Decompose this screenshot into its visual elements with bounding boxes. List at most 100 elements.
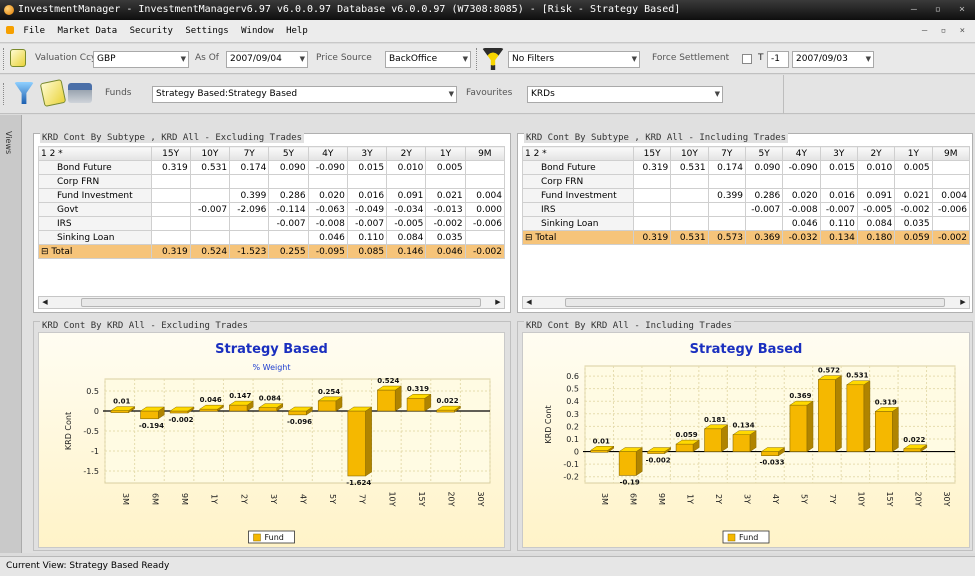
table-cell[interactable]: -0.063 (307, 202, 348, 217)
table-row[interactable]: Sinking Loan 0.046 0.110 0.084 0.035 (38, 230, 506, 245)
table-cell[interactable] (744, 216, 784, 231)
table-cell[interactable] (931, 216, 971, 231)
total-cell[interactable]: -0.095 (307, 244, 348, 259)
window-controls[interactable]: – ▫ × (911, 0, 971, 20)
table-cell[interactable] (229, 230, 270, 245)
column-header[interactable]: 7Y (707, 146, 746, 161)
table-cell[interactable] (229, 174, 270, 189)
table-cell[interactable]: 0.174 (229, 160, 270, 175)
collapse-icon[interactable]: ⊟ (41, 247, 51, 257)
table-cell[interactable]: 0.010 (386, 160, 427, 175)
table-cell[interactable]: -0.002 (425, 216, 466, 231)
collapse-icon[interactable]: ⊟ (525, 233, 535, 243)
table-cell[interactable]: 0.091 (386, 188, 427, 203)
funds-select[interactable]: Strategy Based:Strategy Based ▼ (152, 86, 457, 103)
notepad-icon[interactable] (39, 78, 67, 108)
table-cell[interactable] (707, 174, 746, 189)
total-cell[interactable]: -0.002 (464, 244, 506, 259)
column-header[interactable]: 4Y (782, 146, 821, 161)
column-header[interactable]: 1Y (425, 146, 466, 161)
table-cell[interactable]: 0.084 (386, 230, 427, 245)
table-row[interactable]: Govt -0.007 -2.096 -0.114 -0.063 -0.049 -0.034… (38, 202, 506, 217)
table-cell[interactable]: 0.319 (150, 160, 191, 175)
table-cell[interactable] (894, 174, 933, 189)
table-cell[interactable]: -0.007 (268, 216, 309, 231)
table-cell[interactable]: -0.034 (386, 202, 427, 217)
table-cell[interactable]: 0.091 (856, 188, 896, 203)
table-cell[interactable] (632, 216, 672, 231)
toolbar-grip[interactable] (3, 83, 6, 105)
table-cell[interactable]: -2.096 (229, 202, 270, 217)
table-cell[interactable] (268, 230, 309, 245)
table-cell[interactable]: -0.008 (307, 216, 348, 231)
total-row[interactable]: ⊟ Total 0.319 0.531 0.573 0.369 -0.032 0.134 0.… (522, 230, 971, 245)
table-cell[interactable]: -0.002 (894, 202, 933, 217)
table-cell[interactable] (229, 216, 270, 231)
table-row[interactable]: Sinking Loan 0.046 0.110 0.084 0.035 (522, 216, 971, 231)
menu-security[interactable]: Security (130, 20, 173, 42)
table-cell[interactable]: 0.000 (464, 202, 506, 217)
table-cell[interactable] (707, 216, 746, 231)
column-header[interactable]: 15Y (150, 146, 191, 161)
total-row[interactable]: ⊟ Total 0.319 0.524 -1.523 0.255 -0.095 0.085 0… (38, 244, 506, 259)
table-cell[interactable]: -0.013 (425, 202, 466, 217)
table-cell[interactable]: 0.005 (894, 160, 933, 175)
total-cell[interactable]: -0.002 (931, 230, 971, 245)
printer-icon[interactable] (68, 83, 92, 103)
table-cell[interactable] (464, 160, 506, 175)
horizontal-scrollbar[interactable]: ◀ ▶ (38, 296, 505, 309)
mdi-controls[interactable]: – ▫ × (922, 20, 969, 42)
table-cell[interactable] (150, 188, 191, 203)
table-cell[interactable]: 0.090 (268, 160, 309, 175)
table-cell[interactable]: 0.020 (307, 188, 348, 203)
table-cell[interactable] (782, 174, 821, 189)
table-cell[interactable]: 0.021 (894, 188, 933, 203)
table-cell[interactable]: 0.046 (307, 230, 348, 245)
table-cell[interactable]: -0.006 (464, 216, 506, 231)
filter-select[interactable]: No Filters ▼ (508, 51, 640, 68)
table-cell[interactable]: -0.008 (782, 202, 821, 217)
table-cell[interactable]: -0.090 (782, 160, 821, 175)
table-cell[interactable]: 0.035 (894, 216, 933, 231)
filter-icon[interactable] (482, 48, 504, 70)
menu-file[interactable]: File (23, 20, 45, 42)
scroll-right-icon[interactable]: ▶ (957, 297, 969, 308)
views-sidebar[interactable]: Views (0, 115, 22, 553)
krd-subtype-grid-including[interactable]: 1 2 * 15Y 10Y 7Y 5Y 4Y 3Y 2Y 1Y 9M Bond Future 0.31… (522, 146, 971, 245)
column-header[interactable]: 2Y (856, 146, 896, 161)
table-cell[interactable] (464, 230, 506, 245)
scroll-left-icon[interactable]: ◀ (39, 297, 51, 308)
table-cell[interactable]: 0.319 (632, 160, 672, 175)
table-cell[interactable]: 0.021 (425, 188, 466, 203)
column-header[interactable]: 7Y (229, 146, 270, 161)
table-cell[interactable] (150, 216, 191, 231)
table-cell[interactable] (425, 174, 466, 189)
total-label[interactable]: ⊟ Total (522, 230, 634, 245)
column-header[interactable]: 2Y (386, 146, 427, 161)
table-cell[interactable]: -0.007 (189, 202, 231, 217)
table-cell[interactable] (670, 202, 709, 217)
table-cell[interactable] (632, 174, 672, 189)
table-cell[interactable] (819, 174, 858, 189)
column-header[interactable]: 9M (931, 146, 971, 161)
grid-corner[interactable]: 1 2 * (38, 146, 152, 161)
table-cell[interactable] (189, 216, 231, 231)
settlement-date-picker[interactable]: 2007/09/03 ▼ (792, 51, 874, 68)
favourites-select[interactable]: KRDs ▼ (527, 86, 723, 103)
table-row[interactable]: Corp FRN (522, 174, 971, 189)
as-of-date-picker[interactable]: 2007/09/04 ▼ (226, 51, 308, 68)
total-cell[interactable]: 0.146 (386, 244, 427, 259)
table-cell[interactable]: -0.049 (346, 202, 388, 217)
table-cell[interactable]: 0.090 (744, 160, 784, 175)
krd-subtype-grid-excluding[interactable]: 1 2 * 15Y 10Y 7Y 5Y 4Y 3Y 2Y 1Y 9M Bond Future 0.31… (38, 146, 506, 259)
menu-settings[interactable]: Settings (185, 20, 228, 42)
table-cell[interactable]: 0.046 (782, 216, 821, 231)
table-cell[interactable] (150, 202, 191, 217)
total-cell[interactable]: 0.059 (894, 230, 933, 245)
table-cell[interactable]: -0.005 (856, 202, 896, 217)
table-cell[interactable]: 0.399 (707, 188, 746, 203)
funnel-icon[interactable] (14, 82, 34, 104)
table-cell[interactable]: 0.174 (707, 160, 746, 175)
table-cell[interactable]: 0.035 (425, 230, 466, 245)
column-header[interactable]: 4Y (307, 146, 348, 161)
